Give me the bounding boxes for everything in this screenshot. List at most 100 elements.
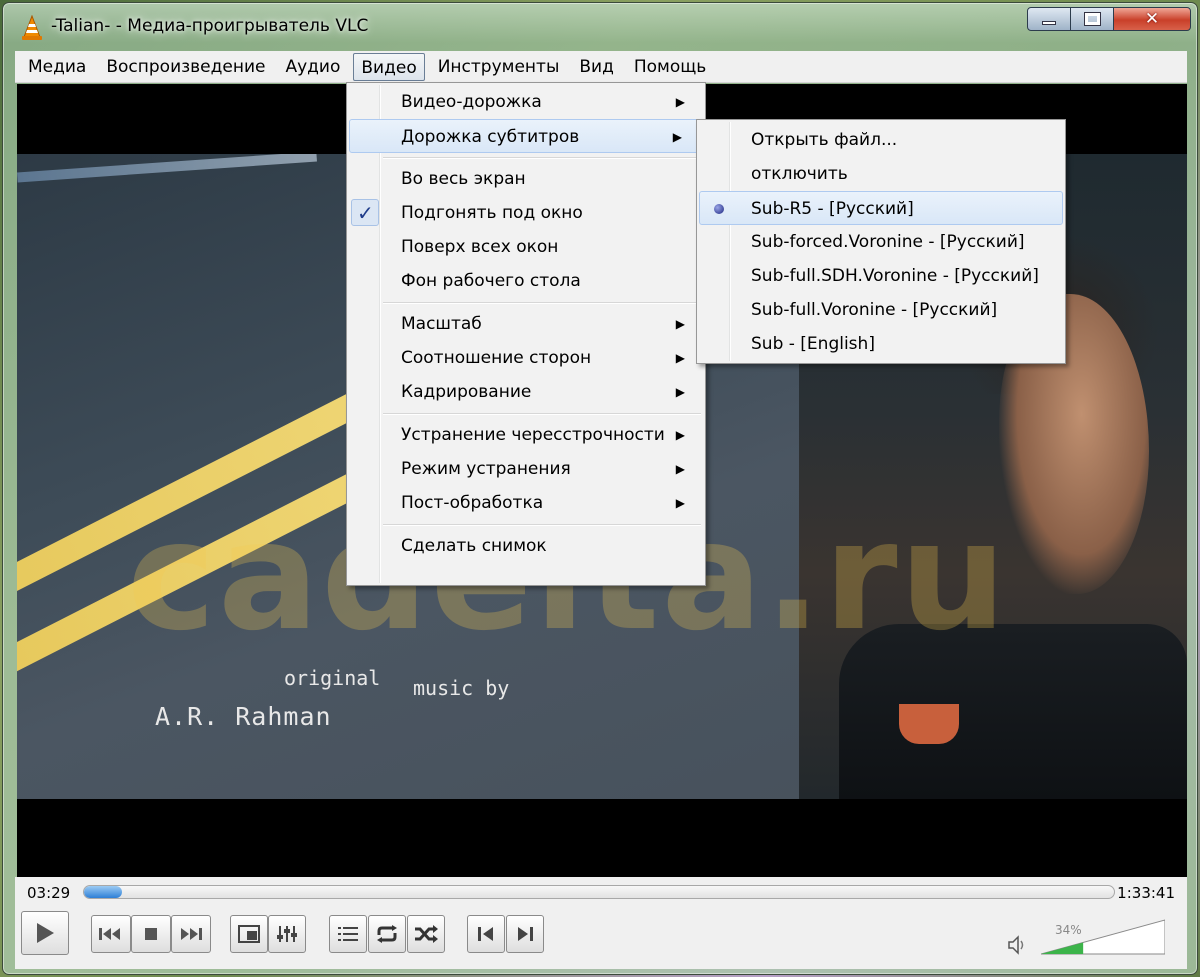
- next-button[interactable]: [171, 915, 211, 953]
- volume-icon[interactable]: [1007, 935, 1029, 955]
- fullscreen-icon: [238, 925, 260, 943]
- close-icon: ✕: [1144, 9, 1160, 29]
- menu-item-label: отключить: [751, 164, 848, 184]
- next-icon: [181, 928, 202, 940]
- menu-item-video-track[interactable]: Видео-дорожка ▶: [347, 85, 705, 119]
- playlist-button[interactable]: [329, 915, 367, 953]
- menu-separator: [347, 153, 705, 162]
- menu-separator: [347, 520, 705, 529]
- menu-item-crop[interactable]: Кадрирование ▶: [347, 375, 705, 409]
- menu-media[interactable]: Медиа: [21, 53, 93, 81]
- menu-item-label: Sub-full.Voronine - [Русский]: [751, 300, 998, 320]
- submenu-arrow-icon: ▶: [675, 95, 685, 109]
- submenu-item-track-r5[interactable]: Sub-R5 - [Русский]: [699, 191, 1063, 225]
- menu-audio[interactable]: Аудио: [278, 53, 347, 81]
- minimize-button[interactable]: [1027, 7, 1071, 31]
- menu-item-label: Сделать снимок: [401, 536, 547, 556]
- menu-item-label: Масштаб: [401, 314, 482, 334]
- window-title: -Talian- - Медиа-проигрыватель VLC: [51, 16, 369, 36]
- submenu-arrow-icon: ▶: [675, 428, 685, 442]
- menu-video[interactable]: Видео: [353, 52, 425, 81]
- menu-item-deinterlace-mode[interactable]: Режим устранения ▶: [347, 452, 705, 486]
- minimize-icon: [1042, 21, 1056, 25]
- menu-item-label: Подгонять под окно: [401, 203, 583, 223]
- credit-name: A.R. Rahman: [155, 702, 332, 731]
- menu-item-subtitle-track[interactable]: Дорожка субтитров ▶: [349, 119, 703, 153]
- maximize-button[interactable]: [1070, 7, 1114, 31]
- menu-item-zoom[interactable]: Масштаб ▶: [347, 307, 705, 341]
- play-button[interactable]: [21, 911, 69, 955]
- menu-separator: [347, 409, 705, 418]
- submenu-arrow-icon: ▶: [675, 351, 685, 365]
- extended-settings-button[interactable]: [268, 915, 306, 953]
- close-button[interactable]: ✕: [1113, 7, 1191, 31]
- frame-back-icon: [478, 927, 493, 941]
- submenu-arrow-icon: ▶: [675, 496, 685, 510]
- road-edge: [17, 154, 317, 183]
- credit-text: music by: [413, 676, 510, 700]
- frame-back-button[interactable]: [467, 915, 505, 953]
- submenu-arrow-icon: ▶: [675, 462, 685, 476]
- menu-item-label: Устранение чересстрочности: [401, 425, 665, 445]
- menu-item-wallpaper[interactable]: Фон рабочего стола: [347, 264, 705, 298]
- submenu-item-track-full[interactable]: Sub-full.Voronine - [Русский]: [697, 293, 1065, 327]
- menu-item-label: Фон рабочего стола: [401, 271, 581, 291]
- credit-text: original: [284, 666, 381, 690]
- menu-item-label: Sub-R5 - [Русский]: [751, 199, 914, 219]
- menu-item-deinterlace[interactable]: Устранение чересстрочности ▶: [347, 418, 705, 452]
- menu-item-always-on-top[interactable]: Поверх всех окон: [347, 230, 705, 264]
- menu-item-aspect-ratio[interactable]: Соотношение сторон ▶: [347, 341, 705, 375]
- menu-item-label: Sub-full.SDH.Voronine - [Русский]: [751, 266, 1039, 286]
- loop-icon: [377, 925, 397, 943]
- shuffle-button[interactable]: [407, 915, 445, 953]
- menu-item-fullscreen[interactable]: Во весь экран: [347, 162, 705, 196]
- loop-button[interactable]: [368, 915, 406, 953]
- volume-percent-label: 34%: [1055, 923, 1082, 937]
- menu-item-label: Режим устранения: [401, 459, 571, 479]
- previous-icon: [99, 928, 120, 940]
- play-icon: [37, 923, 54, 943]
- title-bar[interactable]: -Talian- - Медиа-проигрыватель VLC ✕: [3, 3, 1197, 49]
- maximize-icon: [1083, 12, 1101, 26]
- previous-button[interactable]: [91, 915, 131, 953]
- menu-item-label: Открыть файл...: [751, 130, 898, 150]
- submenu-arrow-icon: ▶: [672, 130, 682, 144]
- menu-item-label: Поверх всех окон: [401, 237, 559, 257]
- vlc-cone-icon: [22, 15, 42, 40]
- control-panel: 03:29 1:33:41 34%: [15, 877, 1187, 969]
- menu-tools[interactable]: Инструменты: [431, 53, 567, 81]
- menu-separator: [347, 298, 705, 307]
- seek-progress: [84, 886, 123, 898]
- menu-item-label: Sub - [English]: [751, 334, 875, 354]
- submenu-item-track-sdh[interactable]: Sub-full.SDH.Voronine - [Русский]: [697, 259, 1065, 293]
- playlist-icon: [338, 927, 358, 941]
- menu-bar: Медиа Воспроизведение Аудио Видео Инстру…: [15, 51, 1187, 83]
- frame-forward-button[interactable]: [506, 915, 544, 953]
- menu-help[interactable]: Помощь: [627, 53, 713, 81]
- menu-item-fit-window[interactable]: ✓ Подгонять под окно: [347, 196, 705, 230]
- menu-item-postprocessing[interactable]: Пост-обработка ▶: [347, 486, 705, 520]
- person-collar: [899, 704, 959, 744]
- submenu-item-disable[interactable]: отключить: [697, 157, 1065, 191]
- subtitle-track-submenu: Открыть файл... отключить Sub-R5 - [Русс…: [696, 119, 1066, 364]
- total-time: 1:33:41: [1117, 884, 1175, 902]
- stop-icon: [145, 928, 157, 940]
- stop-button[interactable]: [131, 915, 171, 953]
- menu-playback[interactable]: Воспроизведение: [99, 53, 272, 81]
- submenu-item-track-english[interactable]: Sub - [English]: [697, 327, 1065, 361]
- menu-item-label: Во весь экран: [401, 169, 526, 189]
- fullscreen-button[interactable]: [230, 915, 268, 953]
- menu-view[interactable]: Вид: [572, 53, 620, 81]
- menu-item-label: Пост-обработка: [401, 493, 544, 513]
- menu-item-snapshot[interactable]: Сделать снимок: [347, 529, 705, 563]
- extended-settings-icon: [277, 926, 297, 942]
- video-menu: Видео-дорожка ▶ Дорожка субтитров ▶ Во в…: [346, 82, 706, 586]
- submenu-arrow-icon: ▶: [675, 385, 685, 399]
- radio-selected-icon: [714, 204, 724, 214]
- submenu-item-open-file[interactable]: Открыть файл...: [697, 123, 1065, 157]
- submenu-item-track-forced[interactable]: Sub-forced.Voronine - [Русский]: [697, 225, 1065, 259]
- elapsed-time: 03:29: [27, 884, 71, 902]
- menu-item-label: Соотношение сторон: [401, 348, 592, 368]
- menu-item-label: Дорожка субтитров: [401, 127, 580, 147]
- seek-bar[interactable]: [83, 885, 1115, 899]
